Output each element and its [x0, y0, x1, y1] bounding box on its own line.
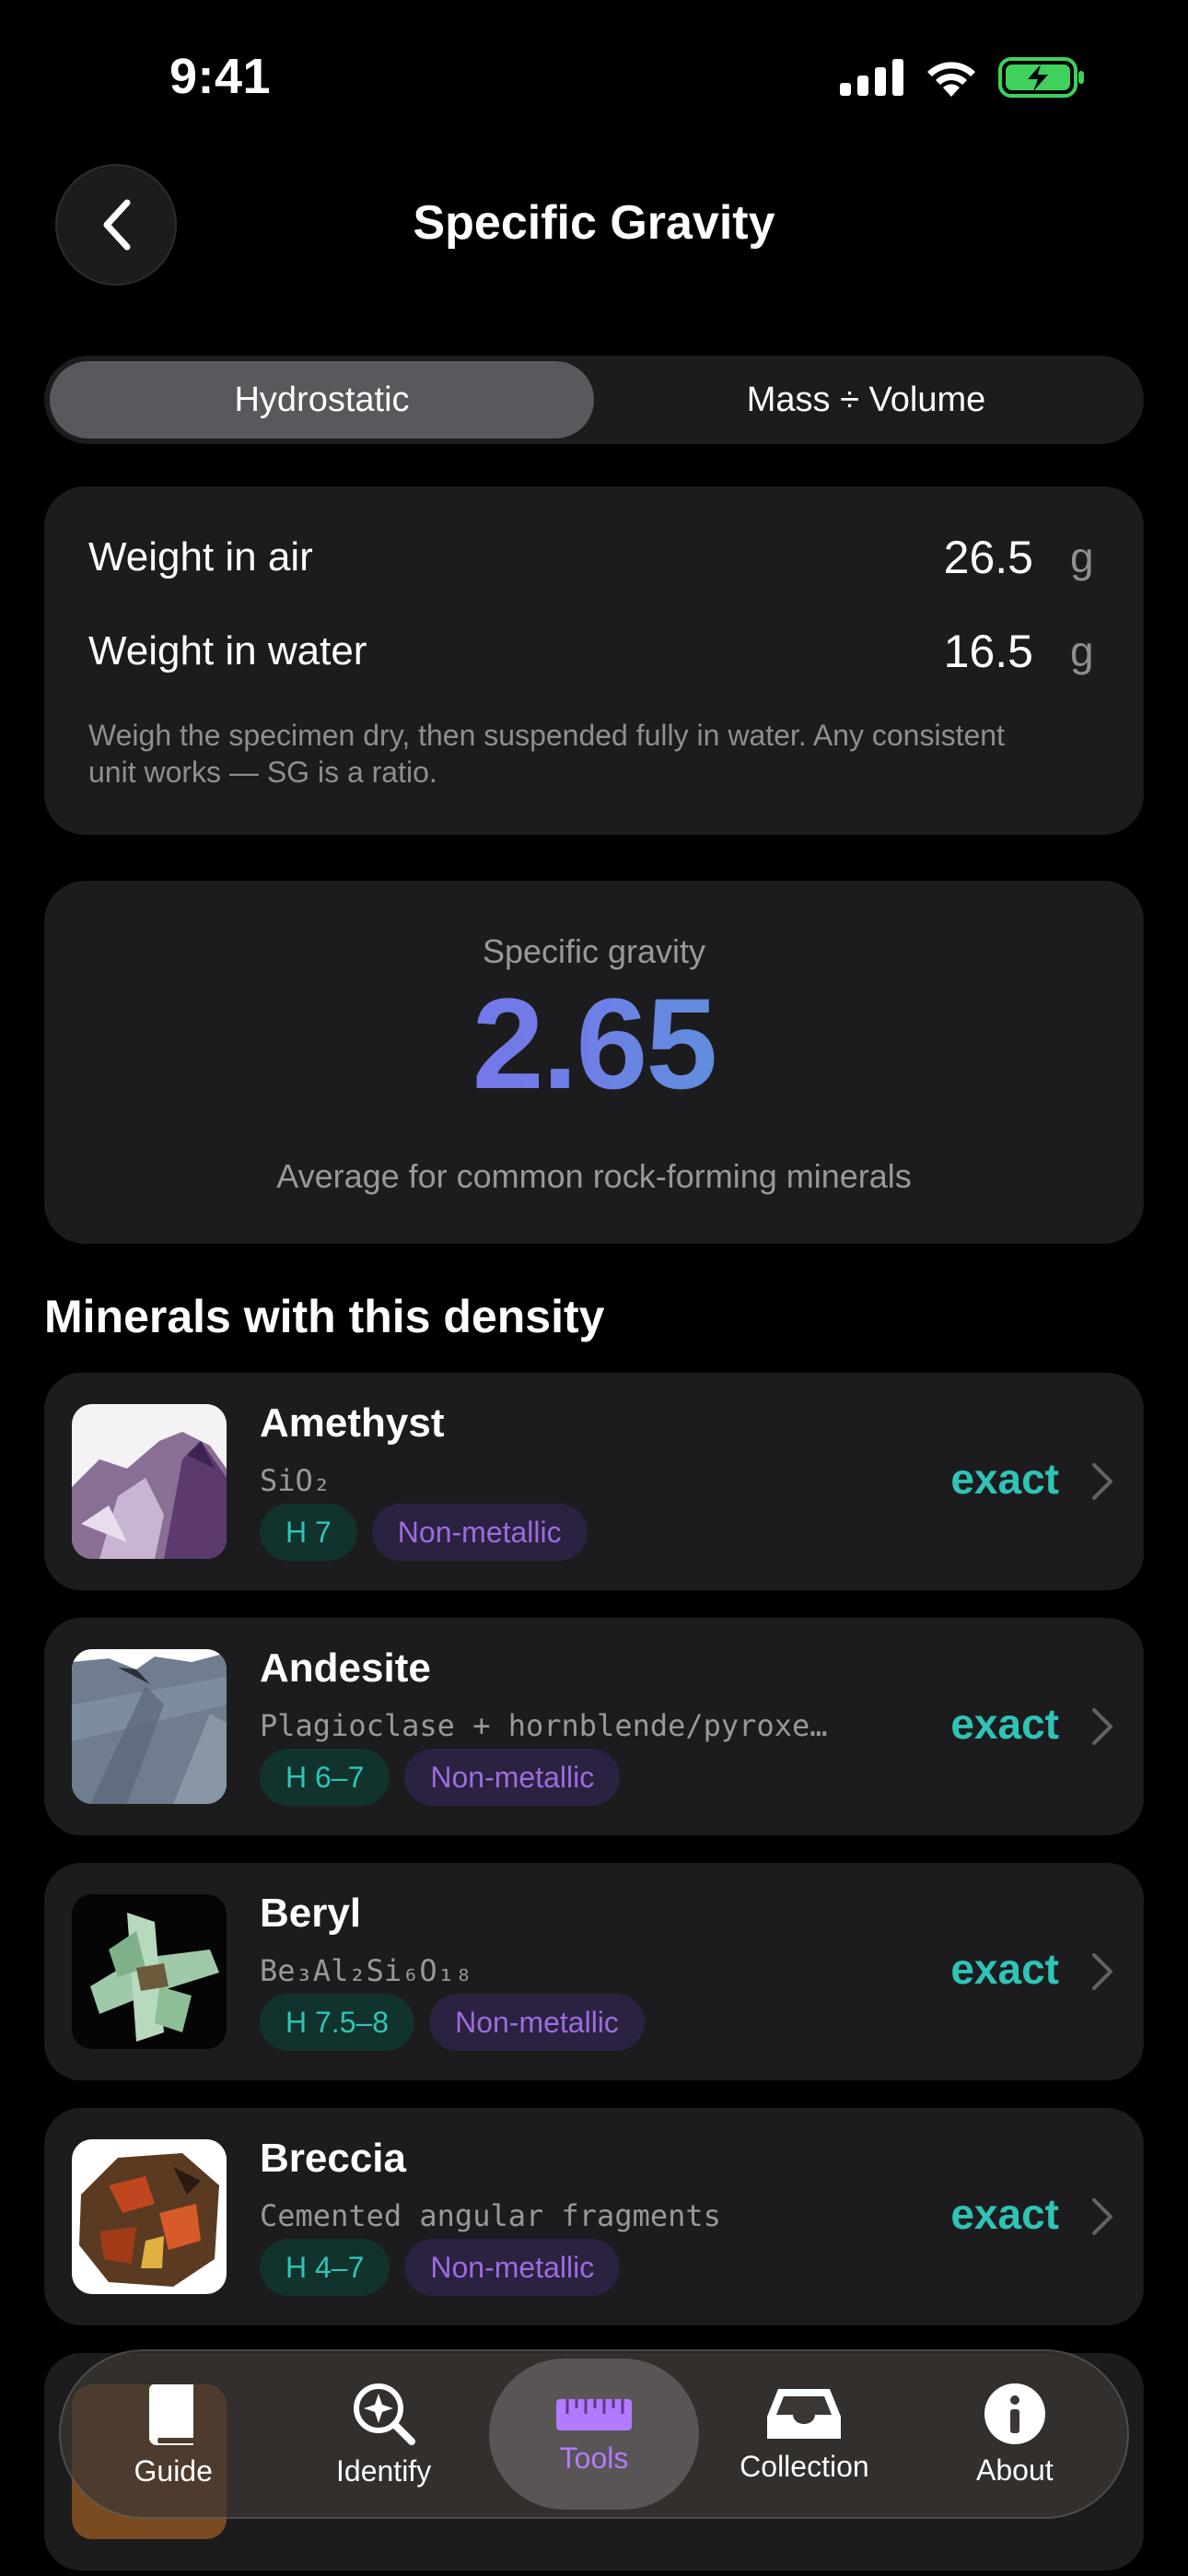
tab-collection[interactable]: Collection — [699, 2359, 909, 2510]
cellular-signal-icon — [840, 59, 903, 96]
tab-label: About — [976, 2453, 1054, 2487]
tray-icon — [767, 2388, 842, 2439]
weight-air-field[interactable]: 26.5 g — [944, 531, 1094, 584]
mineral-formula: Plagioclase + hornblende/pyroxe… — [260, 1708, 828, 1743]
method-segmented-control: Hydrostatic Mass ÷ Volume — [44, 356, 1144, 444]
mineral-name: Andesite — [260, 1645, 431, 1691]
match-label: exact — [950, 2190, 1059, 2238]
weight-water-row: Weight in water 16.5 g — [88, 625, 1094, 678]
mineral-row-andesite[interactable]: Andesite Plagioclase + hornblende/pyroxe… — [44, 1618, 1144, 1835]
book-icon — [149, 2383, 194, 2445]
weight-water-unit: g — [1070, 627, 1094, 675]
luster-badge: Non-metallic — [371, 1504, 588, 1561]
chevron-right-icon — [1092, 2198, 1112, 2235]
mineral-row-beryl[interactable]: Beryl Be₃Al₂Si₆O₁₈ H 7.5–8 Non-metallic … — [44, 1863, 1144, 2080]
chevron-right-icon — [1092, 1463, 1112, 1500]
hardness-badge: H 7 — [260, 1504, 357, 1561]
tab-label: Identify — [336, 2453, 432, 2488]
battery-charging-icon — [998, 57, 1084, 98]
mineral-name: Amethyst — [260, 1400, 445, 1446]
weight-air-value[interactable]: 26.5 — [944, 532, 1033, 583]
mineral-name: Breccia — [260, 2136, 407, 2181]
match-label: exact — [950, 1700, 1059, 1748]
tab-label: Guide — [134, 2453, 213, 2488]
specific-gravity-value: 2.65 — [44, 969, 1144, 1118]
mineral-name: Beryl — [260, 1891, 362, 1936]
hardness-badge: H 7.5–8 — [260, 1994, 415, 2051]
status-bar: 9:41 — [0, 0, 1188, 157]
mineral-row-breccia[interactable]: Breccia Cemented angular fragments H 4–7… — [44, 2108, 1144, 2325]
input-hint: Weigh the specimen dry, then suspended f… — [88, 719, 1005, 789]
tab-tools[interactable]: Tools — [488, 2359, 700, 2510]
tab-about[interactable]: About — [910, 2359, 1120, 2510]
ruler-icon — [556, 2398, 633, 2430]
tab-guide[interactable]: Guide — [68, 2359, 278, 2510]
result-card: Specific gravity 2.65 Average for common… — [44, 881, 1144, 1244]
hardness-badge: H 4–7 — [260, 2239, 390, 2296]
result-label: Specific gravity — [482, 932, 706, 970]
mineral-formula: Be₃Al₂Si₆O₁₈ — [260, 1953, 473, 1988]
segment-hydrostatic[interactable]: Hydrostatic — [50, 361, 594, 439]
luster-badge: Non-metallic — [429, 1994, 645, 2051]
tab-label: Collection — [740, 2449, 869, 2483]
mineral-formula: SiO₂ — [260, 1463, 332, 1498]
mineral-thumbnail — [72, 1404, 227, 1559]
mineral-thumbnail — [72, 1649, 227, 1804]
match-label: exact — [950, 1455, 1059, 1503]
section-title: Minerals with this density — [44, 1291, 605, 1342]
tab-bar: Guide Identify Tools Collection About — [59, 2349, 1129, 2519]
tab-label: Tools — [559, 2441, 629, 2475]
mineral-thumbnail — [72, 2139, 227, 2294]
magnify-sparkle-icon — [353, 2383, 415, 2445]
wifi-icon — [927, 62, 975, 97]
weight-input-card: Weight in air 26.5 g Weight in water 16.… — [44, 486, 1144, 835]
luster-badge: Non-metallic — [404, 1749, 621, 1806]
luster-badge: Non-metallic — [404, 2239, 621, 2296]
chevron-right-icon — [1092, 1708, 1112, 1745]
weight-air-row: Weight in air 26.5 g — [88, 531, 1094, 584]
weight-air-unit: g — [1070, 533, 1094, 581]
status-time: 9:41 — [169, 49, 272, 104]
mineral-formula: Cemented angular fragments — [260, 2198, 721, 2233]
segment-mass-volume[interactable]: Mass ÷ Volume — [594, 361, 1138, 439]
weight-water-field[interactable]: 16.5 g — [944, 625, 1094, 678]
mineral-row-amethyst[interactable]: Amethyst SiO₂ H 7 Non-metallic exact — [44, 1373, 1144, 1590]
weight-water-value[interactable]: 16.5 — [944, 626, 1033, 677]
status-icons — [840, 57, 1087, 98]
chevron-right-icon — [1092, 1953, 1112, 1990]
page-title: Specific Gravity — [413, 196, 775, 250]
hardness-badge: H 6–7 — [260, 1749, 390, 1806]
mineral-thumbnail — [72, 1894, 227, 2049]
info-icon — [984, 2383, 1045, 2444]
weight-air-label: Weight in air — [88, 534, 313, 580]
weight-water-label: Weight in water — [88, 628, 367, 673]
result-description: Average for common rock-forming minerals — [276, 1157, 912, 1195]
tab-identify[interactable]: Identify — [278, 2359, 488, 2510]
match-label: exact — [950, 1945, 1059, 1993]
